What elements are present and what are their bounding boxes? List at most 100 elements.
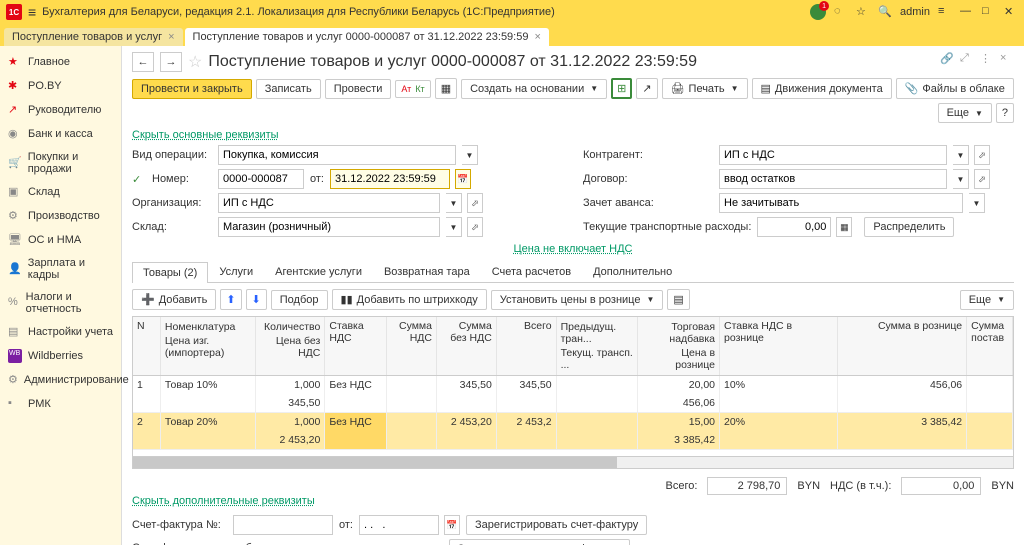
close-panel-icon[interactable]: × bbox=[1000, 52, 1014, 66]
move-down-button[interactable]: ⬇ bbox=[246, 289, 267, 310]
price-novat-link[interactable]: Цена не включает НДС bbox=[514, 243, 633, 255]
close-icon[interactable]: ✕ bbox=[1004, 5, 1018, 19]
dt-kt-icon[interactable]: АтКт bbox=[395, 80, 430, 98]
register-invoice-button[interactable]: Зарегистрировать счет-фактуру bbox=[466, 515, 647, 535]
print-button[interactable]: 🖨 Печать▼ bbox=[662, 78, 748, 99]
maximize-icon[interactable]: □ bbox=[982, 5, 996, 19]
calendar-icon[interactable]: 📅 bbox=[455, 169, 471, 189]
post-button[interactable]: Провести bbox=[325, 79, 392, 99]
menu-icon[interactable]: ≡ bbox=[28, 4, 36, 20]
contractor-field[interactable] bbox=[719, 145, 947, 165]
help-button[interactable]: ? bbox=[996, 103, 1014, 123]
invoice-number-field[interactable] bbox=[233, 515, 333, 535]
notifications-icon[interactable] bbox=[810, 4, 826, 20]
table-more-button[interactable]: Еще▼ bbox=[960, 290, 1014, 310]
link-icon[interactable]: 🔗 bbox=[940, 52, 954, 66]
table-row[interactable]: 2 Товар 20% 1,0002 453,20 Без НДС 2 453,… bbox=[133, 413, 1013, 450]
sidebar-item-rmk[interactable]: ▪РМК bbox=[0, 392, 121, 416]
sidebar-item-poby[interactable]: ✱PO.BY bbox=[0, 74, 121, 98]
open-icon[interactable]: ⬀ bbox=[467, 217, 483, 237]
subtab-goods[interactable]: Товары (2) bbox=[132, 262, 208, 283]
sidebar-item-admin[interactable]: ⚙Администрирование bbox=[0, 368, 121, 392]
dropdown-icon[interactable]: ▼ bbox=[462, 145, 478, 165]
dropdown-icon[interactable]: ▼ bbox=[446, 193, 462, 213]
structure-icon[interactable]: ▦ bbox=[435, 78, 457, 99]
sidebar-item-tax[interactable]: %Налоги и отчетность bbox=[0, 286, 121, 320]
dropdown-icon[interactable]: ▼ bbox=[446, 217, 462, 237]
subtab-additional[interactable]: Дополнительно bbox=[582, 261, 683, 282]
history-icon[interactable]: ◌ bbox=[834, 5, 848, 19]
barcode-button[interactable]: ▮▮ Добавить по штрихкоду bbox=[332, 289, 487, 310]
calc-icon[interactable]: ▦ bbox=[836, 217, 852, 237]
distribute-button[interactable]: Распределить bbox=[864, 217, 954, 237]
sidebar: ★Главное ✱PO.BY ↗Руководителю ◉Банк и ка… bbox=[0, 46, 122, 545]
tab-close-icon[interactable]: × bbox=[534, 31, 540, 43]
subtab-return[interactable]: Возвратная тара bbox=[373, 261, 481, 282]
files-button[interactable]: 📎 Файлы в облаке bbox=[896, 78, 1014, 99]
sidebar-item-sales[interactable]: 🛒Покупки и продажи bbox=[0, 146, 121, 180]
open-icon[interactable]: ⬀ bbox=[974, 169, 990, 189]
sidebar-item-production[interactable]: ⚙Производство bbox=[0, 204, 121, 228]
from-label: от: bbox=[310, 173, 324, 185]
back-button[interactable]: ← bbox=[132, 52, 154, 72]
op-type-label: Вид операции: bbox=[132, 149, 212, 161]
tab-document[interactable]: Поступление товаров и услуг 0000-000087 … bbox=[185, 28, 549, 46]
dropdown-icon[interactable]: ▼ bbox=[953, 145, 969, 165]
options-icon[interactable]: ⋮ bbox=[980, 52, 994, 66]
contract-field[interactable] bbox=[719, 169, 947, 189]
dropdown-icon[interactable]: ▼ bbox=[969, 193, 985, 213]
vat-value: 0,00 bbox=[901, 477, 981, 495]
op-type-field[interactable] bbox=[218, 145, 456, 165]
advance-field[interactable] bbox=[719, 193, 963, 213]
sidebar-item-manager[interactable]: ↗Руководителю bbox=[0, 98, 121, 122]
pick-button[interactable]: Подбор bbox=[271, 290, 328, 310]
register-invoice-deals-button[interactable]: Зарегистрировать счет-фактуру bbox=[449, 539, 630, 545]
minimize-icon[interactable]: — bbox=[960, 5, 974, 19]
open-icon[interactable]: ⬀ bbox=[467, 193, 483, 213]
horizontal-scrollbar[interactable] bbox=[132, 457, 1014, 469]
sidebar-item-main[interactable]: ★Главное bbox=[0, 50, 121, 74]
open-icon[interactable]: ⬀ bbox=[974, 145, 990, 165]
sidebar-item-assets[interactable]: 🖥ОС и НМА bbox=[0, 228, 121, 252]
excel-icon[interactable]: ⊞ bbox=[611, 78, 632, 99]
sidebar-item-hr[interactable]: 👤Зарплата и кадры bbox=[0, 252, 121, 286]
settings-icon[interactable]: ≡ bbox=[938, 5, 952, 19]
hide-extra-link[interactable]: Скрыть дополнительные реквизиты bbox=[132, 495, 315, 507]
calendar-icon[interactable]: 📅 bbox=[444, 515, 460, 535]
table-row[interactable]: 1 Товар 10% 1,000345,50 Без НДС 345,50 3… bbox=[133, 376, 1013, 413]
search-icon[interactable]: 🔍 bbox=[878, 5, 892, 19]
star-icon[interactable]: ☆ bbox=[188, 52, 202, 72]
sidebar-item-settings[interactable]: ▤Настройки учета bbox=[0, 320, 121, 344]
save-button[interactable]: Записать bbox=[256, 79, 321, 99]
invoice-date-field[interactable] bbox=[359, 515, 439, 535]
number-label: Номер: bbox=[152, 173, 212, 185]
movements-button[interactable]: ▤ Движения документа bbox=[752, 78, 892, 99]
set-retail-button[interactable]: Установить цены в рознице▼ bbox=[491, 290, 664, 310]
add-row-button[interactable]: ➕ Добавить bbox=[132, 289, 216, 310]
create-based-button[interactable]: Создать на основании▼ bbox=[461, 79, 607, 99]
number-field[interactable] bbox=[218, 169, 304, 189]
expand-icon[interactable]: ⤢ bbox=[960, 52, 974, 66]
post-close-button[interactable]: Провести и закрыть bbox=[132, 79, 252, 99]
export-icon[interactable]: ↗ bbox=[636, 78, 657, 99]
table-settings-icon[interactable]: ▤ bbox=[667, 289, 689, 310]
org-field[interactable] bbox=[218, 193, 440, 213]
subtab-agent[interactable]: Агентские услуги bbox=[264, 261, 373, 282]
user-label[interactable]: admin bbox=[900, 6, 930, 18]
subtab-accounts[interactable]: Счета расчетов bbox=[481, 261, 582, 282]
subtab-services[interactable]: Услуги bbox=[208, 261, 264, 282]
move-up-button[interactable]: ⬆ bbox=[220, 289, 241, 310]
tab-list[interactable]: Поступление товаров и услуг × bbox=[4, 28, 183, 46]
forward-button[interactable]: → bbox=[160, 52, 182, 72]
hide-main-link[interactable]: Скрыть основные реквизиты bbox=[132, 129, 279, 141]
more-button[interactable]: Еще▼ bbox=[938, 103, 992, 123]
dropdown-icon[interactable]: ▼ bbox=[953, 169, 969, 189]
transport-field[interactable] bbox=[757, 217, 831, 237]
date-field[interactable] bbox=[330, 169, 450, 189]
sidebar-item-bank[interactable]: ◉Банк и касса bbox=[0, 122, 121, 146]
warehouse-field[interactable] bbox=[218, 217, 440, 237]
favorite-icon[interactable]: ☆ bbox=[856, 5, 870, 19]
sidebar-item-warehouse[interactable]: ▣Склад bbox=[0, 180, 121, 204]
sidebar-item-wb[interactable]: WBWildberries bbox=[0, 344, 121, 368]
tab-close-icon[interactable]: × bbox=[168, 31, 174, 43]
